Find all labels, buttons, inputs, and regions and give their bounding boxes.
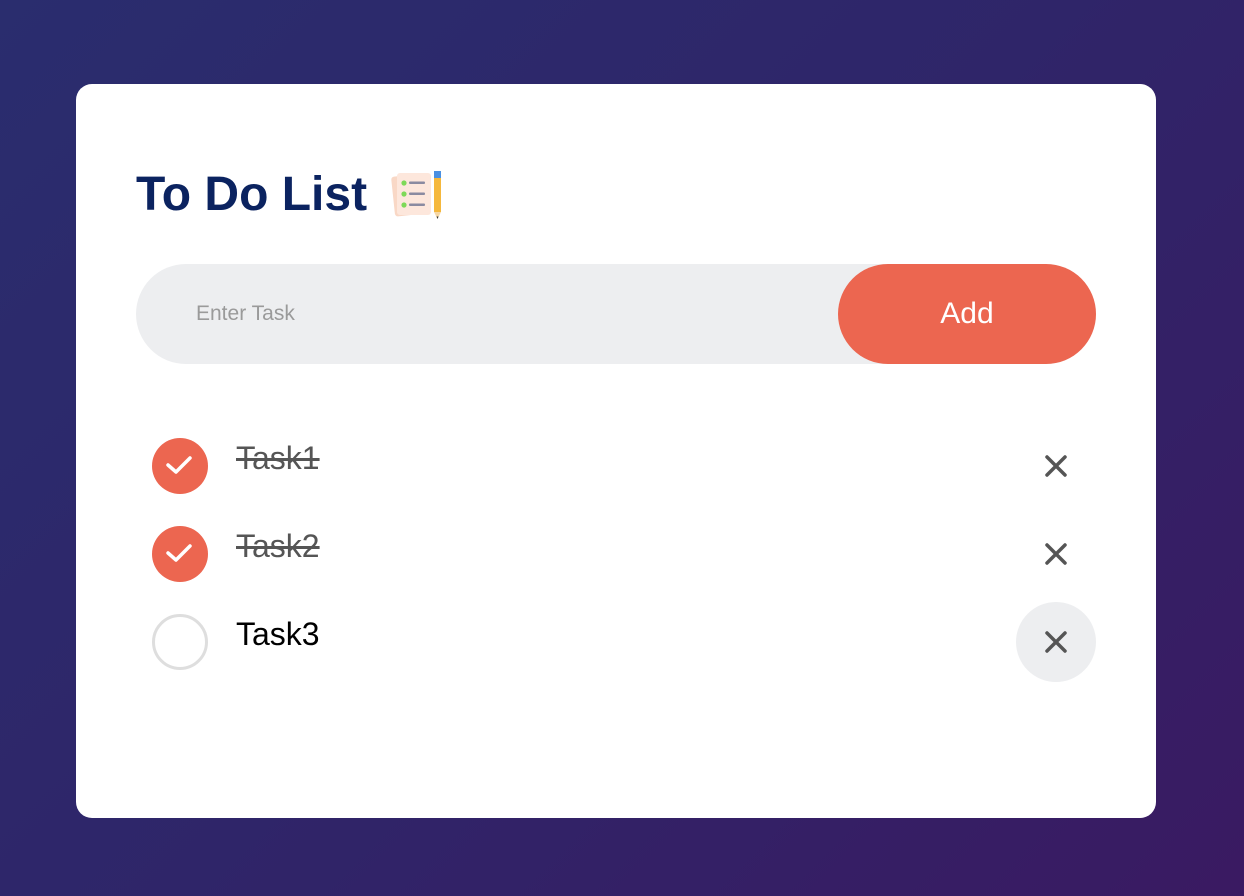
checkbox-checked-icon[interactable]: [152, 438, 208, 494]
close-icon[interactable]: [1016, 426, 1096, 506]
page-title: To Do List: [136, 168, 368, 221]
list-item[interactable]: Task1: [136, 422, 1096, 510]
close-icon[interactable]: [1016, 602, 1096, 682]
task-label: Task2: [236, 528, 320, 564]
task-input[interactable]: [196, 264, 816, 364]
notepad-pencil-icon: [389, 167, 445, 223]
header: To Do List: [136, 162, 445, 228]
checkbox-checked-icon[interactable]: [152, 526, 208, 582]
close-icon[interactable]: [1016, 514, 1096, 594]
add-button[interactable]: Add: [838, 264, 1096, 364]
task-label: Task3: [236, 616, 320, 652]
list-item[interactable]: Task2: [136, 510, 1096, 598]
checkbox-unchecked-icon[interactable]: [152, 614, 208, 670]
task-list: Task1 Task2 Task3: [136, 422, 1096, 686]
task-label: Task1: [236, 440, 320, 476]
list-item[interactable]: Task3: [136, 598, 1096, 686]
add-task-row: Add: [136, 264, 1096, 364]
todo-card: To Do List Add: [76, 84, 1156, 818]
